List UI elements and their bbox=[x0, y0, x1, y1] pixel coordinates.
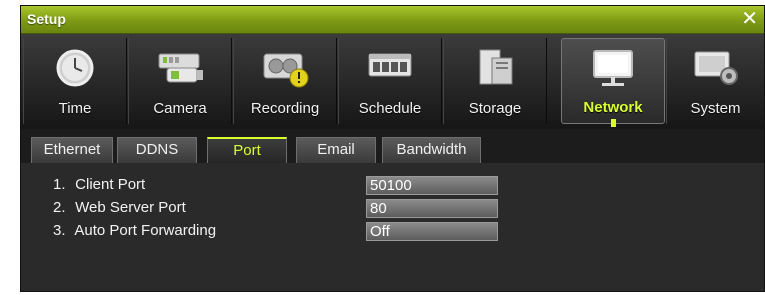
main-toolbar: Time Camera Recording Schedule Storage N… bbox=[21, 34, 764, 129]
tab-port[interactable]: Port bbox=[207, 137, 287, 163]
close-icon[interactable]: ✕ bbox=[741, 8, 758, 30]
window-title: Setup bbox=[27, 11, 66, 27]
recording-icon bbox=[263, 53, 309, 88]
title-bar: Setup ✕ bbox=[21, 6, 764, 34]
toolbar-item-storage[interactable]: Storage bbox=[443, 38, 547, 124]
toolbar-label: Time bbox=[58, 100, 92, 117]
client-port-field[interactable]: 50100 bbox=[366, 176, 498, 195]
setting-row-client-port: 1. Client Port bbox=[53, 175, 145, 195]
schedule-icon bbox=[368, 53, 412, 77]
tab-ethernet[interactable]: Ethernet bbox=[31, 137, 113, 163]
toolbar-item-camera[interactable]: Camera bbox=[128, 38, 232, 124]
setting-row-web-server-port: 2. Web Server Port bbox=[53, 198, 186, 218]
toolbar-label: Network bbox=[583, 99, 643, 116]
clock-icon bbox=[56, 49, 94, 87]
setting-label: Client Port bbox=[75, 176, 146, 193]
system-gear-icon bbox=[694, 51, 738, 85]
toolbar-item-recording[interactable]: Recording bbox=[233, 38, 337, 124]
tab-email[interactable]: Email bbox=[296, 137, 376, 163]
monitor-icon bbox=[593, 50, 633, 86]
setting-row-auto-port-forwarding: 3. Auto Port Forwarding bbox=[53, 221, 216, 241]
port-settings-panel: 1. Client Port 50100 2. Web Server Port … bbox=[21, 163, 764, 291]
toolbar-label: Schedule bbox=[358, 100, 422, 117]
auto-port-forwarding-select[interactable]: Off bbox=[366, 222, 498, 241]
row-number: 2. bbox=[53, 199, 66, 216]
active-indicator bbox=[611, 119, 616, 127]
setting-label: Auto Port Forwarding bbox=[74, 222, 217, 239]
setting-label: Web Server Port bbox=[75, 199, 186, 216]
web-server-port-field[interactable]: 80 bbox=[366, 199, 498, 218]
toolbar-item-network[interactable]: Network bbox=[561, 38, 665, 127]
toolbar-item-time[interactable]: Time bbox=[23, 38, 127, 124]
toolbar-label: Storage bbox=[468, 100, 522, 117]
network-tabs: Ethernet DDNS Port Email Bandwidth bbox=[21, 129, 764, 163]
storage-icon bbox=[479, 49, 513, 85]
toolbar-item-schedule[interactable]: Schedule bbox=[338, 38, 442, 124]
toolbar-label: Camera bbox=[153, 100, 207, 117]
camera-icon bbox=[158, 53, 203, 83]
tab-ddns[interactable]: DDNS bbox=[117, 137, 197, 163]
row-number: 3. bbox=[53, 222, 66, 239]
setup-window: Setup ✕ Time Camera Recording Schedule S… bbox=[20, 5, 765, 292]
row-number: 1. bbox=[53, 176, 66, 193]
tab-bandwidth[interactable]: Bandwidth bbox=[382, 137, 481, 163]
toolbar-item-system[interactable]: System bbox=[666, 38, 764, 124]
toolbar-label: Recording bbox=[250, 100, 320, 117]
toolbar-label: System bbox=[690, 100, 741, 117]
